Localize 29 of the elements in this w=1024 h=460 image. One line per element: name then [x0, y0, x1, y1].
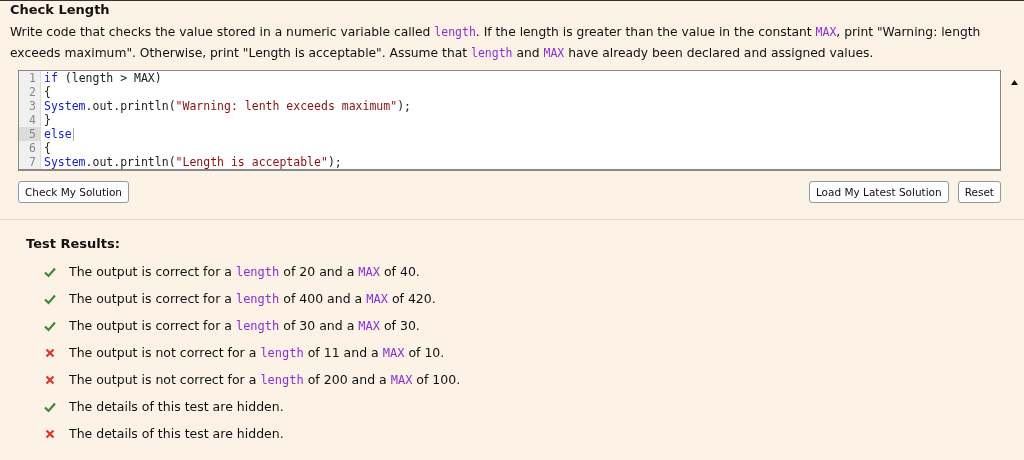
- code-line: {: [43, 85, 51, 99]
- code-line: System.out.println("Warning: lenth exceeds maximum");: [43, 99, 411, 113]
- exercise-title: Check Length: [9, 1, 111, 19]
- line-number: 2: [19, 85, 41, 99]
- solution-button[interactable]: Reset: [957, 181, 1001, 203]
- result-text: The output is correct for a length of 20 and a MAX of 40.: [69, 264, 420, 279]
- result-text: The output is correct for a length of 400 and a MAX of 420.: [69, 291, 436, 306]
- line-number: 7: [19, 155, 41, 169]
- solution-button[interactable]: Load My Latest Solution: [808, 181, 949, 203]
- code-line: if (length > MAX): [43, 71, 162, 85]
- result-text: The details of this test are hidden.: [69, 399, 284, 414]
- result-text: The details of this test are hidden.: [69, 426, 284, 441]
- line-number: 6: [19, 141, 41, 155]
- scroll-up-icon[interactable]: [1011, 80, 1018, 85]
- result-text: The output is not correct for a length of 200 and a MAX of 100.: [69, 372, 461, 387]
- code-line: System.out.println("Length is acceptable");: [43, 155, 342, 169]
- line-number: 1: [19, 71, 41, 85]
- line-number: 5: [19, 127, 41, 141]
- result-text: The output is not correct for a length of 11 and a MAX of 10.: [69, 345, 445, 360]
- check-solution-button[interactable]: Check My Solution: [18, 181, 130, 203]
- code-line: }: [43, 113, 51, 127]
- results-heading: Test Results:: [26, 236, 121, 251]
- code-editor[interactable]: 1 if (length > MAX) 2 { 3 System.out.println("Warning: lenth exceeds maximum"); 4 } 5 else 6 { 7 System.out.println("Length is acceptable");: [18, 70, 1001, 171]
- instructions-text: Write code that checks the value stored in a numeric variable called length. If the length is greater than the value in the constant MAX, print "Warning: length exceeds maximum". Otherwise, print "Length is acceptable". Assume that length and MAX have already been declared and assigned values.: [9, 24, 982, 62]
- line-number: 3: [19, 99, 41, 113]
- code-line: else: [43, 127, 74, 141]
- line-number: 4: [19, 113, 41, 127]
- result-text: The output is correct for a length of 30 and a MAX of 30.: [69, 318, 420, 333]
- code-line: {: [43, 141, 51, 155]
